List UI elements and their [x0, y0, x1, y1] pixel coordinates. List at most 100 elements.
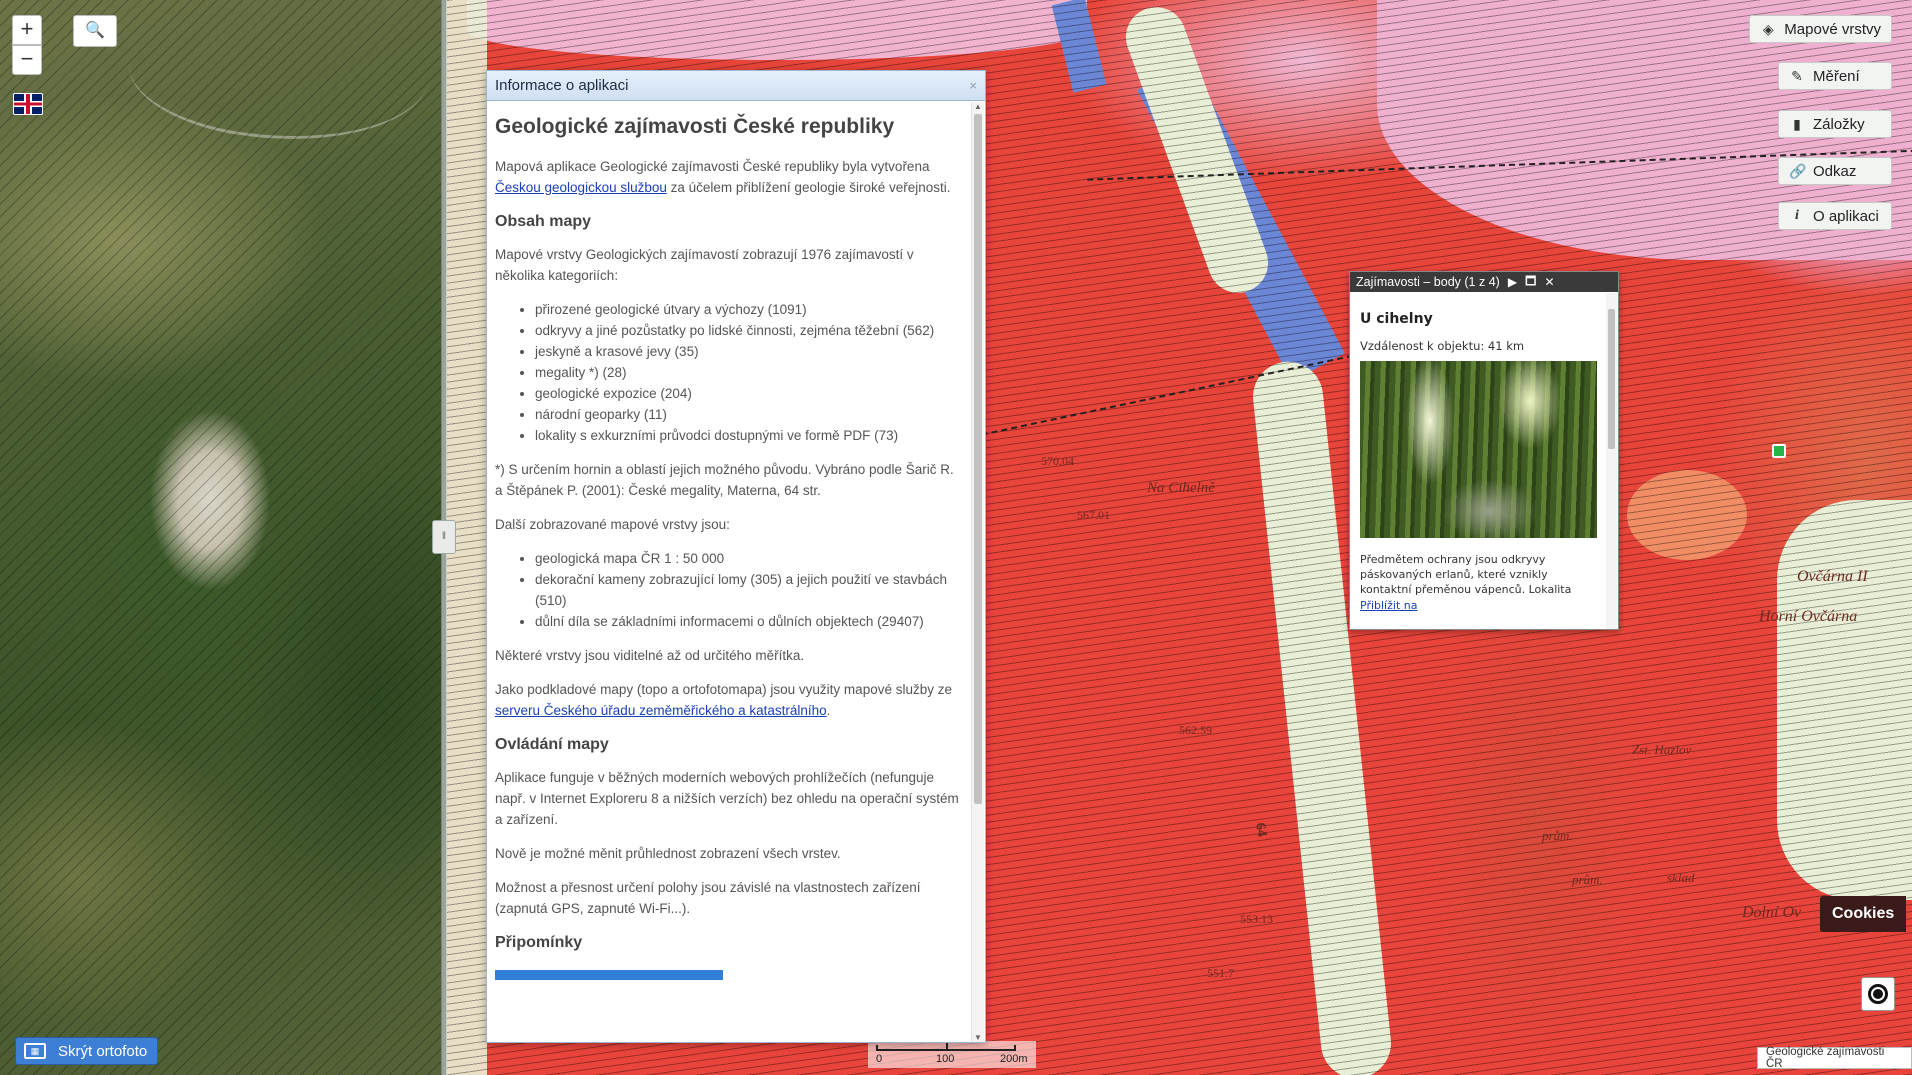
- orthophoto-map[interactable]: [0, 0, 442, 1075]
- next-feature-icon[interactable]: ▶: [1508, 275, 1517, 289]
- panel-scrollbar[interactable]: ▲ ▼: [971, 102, 984, 1042]
- list-item: dekorační kameny zobrazující lomy (305) …: [535, 569, 963, 611]
- bookmarks-button[interactable]: ▮ Záložky: [1778, 110, 1892, 138]
- map-area-pink: [467, 0, 1087, 60]
- panel-title: Informace o aplikaci: [495, 77, 629, 94]
- poi-title: U cihelny: [1360, 311, 1433, 327]
- scale-label: 200m: [1000, 1053, 1028, 1065]
- popup-header: Zajímavosti – body (1 z 4) ▶ 🗖 ✕: [1350, 272, 1618, 292]
- panel-header: Informace o aplikaci ×: [487, 71, 985, 101]
- map-label: prům.: [1542, 828, 1573, 843]
- boundary-line: [981, 346, 1393, 436]
- map-label: 553.13: [1240, 912, 1273, 926]
- feedback-button[interactable]: [495, 970, 723, 980]
- map-area-pale: [1117, 0, 1277, 302]
- other-layers-list: geologická mapa ČR 1 : 50 000 dekorační …: [535, 548, 963, 632]
- map-label: 567.01: [1077, 508, 1110, 522]
- scrollbar-thumb[interactable]: [974, 114, 982, 804]
- map-area-blue: [1051, 0, 1107, 93]
- map-label: 570.04: [1041, 454, 1074, 468]
- maximize-icon[interactable]: 🗖: [1525, 272, 1536, 293]
- cuzk-link[interactable]: serveru Českého úřadu zeměměřického a ka…: [495, 703, 827, 718]
- cookies-button[interactable]: Cookies: [1820, 896, 1907, 932]
- controls-paragraph: Možnost a přesnost určení polohy jsou zá…: [495, 880, 921, 916]
- app-title: Geologické zajímavosti České republiky: [495, 115, 895, 138]
- list-item: geologická mapa ČR 1 : 50 000: [535, 548, 963, 569]
- poi-marker[interactable]: [1772, 444, 1786, 458]
- measure-button[interactable]: ✎ Měření: [1778, 62, 1892, 90]
- attribution: Geologické zajímavosti ČR: [1757, 1046, 1912, 1070]
- map-layers-button[interactable]: ◈ Mapové vrstvy: [1749, 15, 1892, 43]
- locate-icon: [1868, 984, 1888, 1004]
- poi-popup: Zajímavosti – body (1 z 4) ▶ 🗖 ✕ U cihel…: [1349, 271, 1619, 630]
- scale-line: [876, 1043, 1016, 1051]
- measure-label: Měření: [1813, 67, 1860, 85]
- map-label: Na Cihelně: [1147, 480, 1215, 496]
- orthophoto-road: [121, 0, 439, 161]
- map-label: 64: [1251, 821, 1270, 839]
- zoom-in-button[interactable]: +: [12, 15, 42, 45]
- map-label: Dolní Ov: [1742, 904, 1802, 921]
- panel-body: Geologické zajímavosti České republiky M…: [487, 102, 971, 1042]
- zoom-to-link[interactable]: Přiblížit na: [1360, 599, 1417, 612]
- close-icon[interactable]: ✕: [1544, 275, 1554, 289]
- splitter-handle[interactable]: ‖: [432, 520, 456, 554]
- map-label: Horní Ovčárna: [1759, 608, 1858, 625]
- scale-bar: 0 100 200m: [868, 1041, 1036, 1068]
- map-area-pale: [1777, 500, 1912, 900]
- list-item: odkryvy a jiné pozůstatky po lidské činn…: [535, 320, 963, 341]
- controls-paragraph: Nově je možné měnit průhlednost zobrazen…: [495, 846, 841, 861]
- search-icon: 🔍: [85, 22, 105, 39]
- map-label: sklad: [1667, 870, 1695, 885]
- footnote: *) S určením hornin a oblastí jejich mož…: [495, 462, 954, 498]
- zoom-out-button[interactable]: −: [12, 45, 42, 75]
- link-button[interactable]: 🔗 Odkaz: [1778, 157, 1892, 185]
- list-item: jeskyně a krasové jevy (35): [535, 341, 963, 362]
- other-layers-paragraph: Další zobrazované mapové vrstvy jsou:: [495, 517, 730, 532]
- list-item: přirozené geologické útvary a výchozy (1…: [535, 299, 963, 320]
- scale-label: 0: [876, 1053, 883, 1065]
- poi-photo[interactable]: [1360, 361, 1597, 538]
- popup-title: Zajímavosti – body (1 z 4): [1356, 275, 1500, 289]
- layers-icon: ◈: [1762, 20, 1774, 37]
- section-heading-controls: Ovládání mapy: [495, 736, 609, 753]
- about-button[interactable]: i O aplikaci: [1778, 202, 1892, 230]
- list-item: geologické expozice (204): [535, 383, 963, 404]
- list-item: megality *) (28): [535, 362, 963, 383]
- map-label: 562.59: [1179, 723, 1212, 737]
- map-label: Ovčárna II: [1797, 568, 1868, 585]
- language-english-flag-icon[interactable]: [13, 93, 43, 115]
- popup-body: U cihelny Vzdálenost k objektu: 41 km Př…: [1350, 293, 1606, 629]
- basemap-paragraph: Jako podkladové mapy (topo a ortofotomap…: [495, 682, 952, 718]
- scroll-down-icon[interactable]: ▼: [974, 1033, 982, 1042]
- about-app-panel: Informace o aplikaci × Geologické zajíma…: [486, 70, 986, 1043]
- my-location-button[interactable]: [1861, 977, 1895, 1011]
- map-area-orange: [1627, 470, 1747, 560]
- scrollbar-thumb[interactable]: [1608, 309, 1615, 449]
- about-label: O aplikaci: [1813, 207, 1879, 225]
- bookmarks-label: Záložky: [1813, 115, 1865, 133]
- map-swap-icon: ▦: [24, 1043, 46, 1059]
- section-heading-content: Obsah mapy: [495, 213, 592, 230]
- link-label: Odkaz: [1813, 162, 1857, 180]
- content-paragraph: Mapové vrstvy Geologických zajímavostí z…: [495, 247, 914, 283]
- map-layers-label: Mapové vrstvy: [1784, 20, 1881, 38]
- cgs-link[interactable]: Českou geologickou službou: [495, 180, 667, 195]
- list-item: lokality s exkurzními průvodci dostupným…: [535, 425, 963, 446]
- popup-scrollbar[interactable]: [1606, 293, 1617, 629]
- controls-paragraph: Aplikace funguje v běžných moderních web…: [495, 770, 959, 827]
- hide-orthophoto-button[interactable]: ▦ Skrýt ortofoto: [15, 1037, 159, 1065]
- close-icon[interactable]: ×: [969, 78, 977, 93]
- link-icon: 🔗: [1789, 162, 1807, 179]
- map-label: 551.7: [1207, 966, 1234, 980]
- list-item: národní geoparky (11): [535, 404, 963, 425]
- bookmark-icon: ▮: [1793, 115, 1801, 132]
- ruler-icon: ✎: [1791, 67, 1803, 84]
- search-button[interactable]: 🔍: [73, 15, 117, 47]
- map-label: Zst. Hazlov: [1632, 742, 1692, 757]
- map-label: prům.: [1572, 872, 1603, 887]
- section-heading-feedback: Připomínky: [495, 934, 583, 951]
- scroll-up-icon[interactable]: ▲: [974, 102, 982, 111]
- category-list: přirozené geologické útvary a výchozy (1…: [535, 299, 963, 446]
- info-icon: i: [1795, 208, 1799, 223]
